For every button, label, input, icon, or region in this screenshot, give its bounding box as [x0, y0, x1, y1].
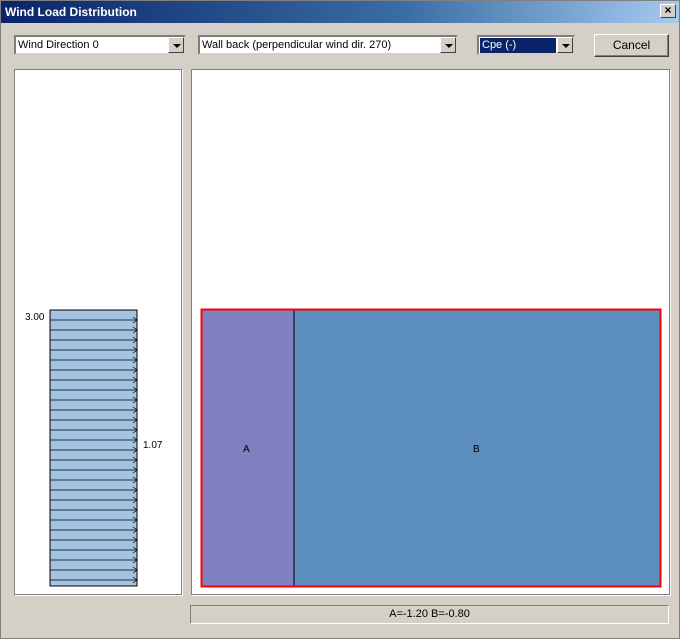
cancel-button[interactable]: Cancel [594, 34, 669, 57]
coefficient-value: Cpe (-) [480, 38, 556, 53]
surface-select[interactable]: Wall back (perpendicular wind dir. 270) [198, 35, 458, 55]
profile-fill [49, 309, 138, 587]
profile-bars [49, 309, 138, 587]
wall-zones-panel: A B [191, 69, 670, 595]
surface-value: Wall back (perpendicular wind dir. 270) [202, 39, 392, 51]
coefficient-select[interactable]: Cpe (-) [477, 35, 575, 55]
wall-zones-chart: A B [200, 308, 662, 588]
wind-direction-select[interactable]: Wind Direction 0 [14, 35, 186, 55]
title-bar: Wind Load Distribution × [1, 1, 679, 23]
wind-direction-value: Wind Direction 0 [18, 39, 99, 51]
profile-side-label: 1.07 [143, 440, 163, 451]
dialog-window: Wind Load Distribution × Wind Direction … [0, 0, 680, 639]
height-profile-panel: 3.00 1.07 [14, 69, 182, 595]
zone-b-label: B [473, 444, 480, 455]
height-profile-chart: 3.00 1.07 [25, 309, 163, 587]
status-bar: A=-1.20 B=-0.80 [190, 605, 669, 624]
close-icon: × [664, 3, 672, 17]
window-title: Wind Load Distribution [5, 5, 137, 19]
chevron-down-icon[interactable] [557, 37, 573, 53]
status-text: A=-1.20 B=-0.80 [389, 608, 470, 620]
close-button[interactable]: × [660, 4, 676, 18]
chevron-down-icon[interactable] [168, 37, 184, 53]
chevron-down-icon[interactable] [440, 37, 456, 53]
profile-top-label: 3.00 [25, 312, 45, 323]
zone-a-label: A [243, 444, 250, 455]
